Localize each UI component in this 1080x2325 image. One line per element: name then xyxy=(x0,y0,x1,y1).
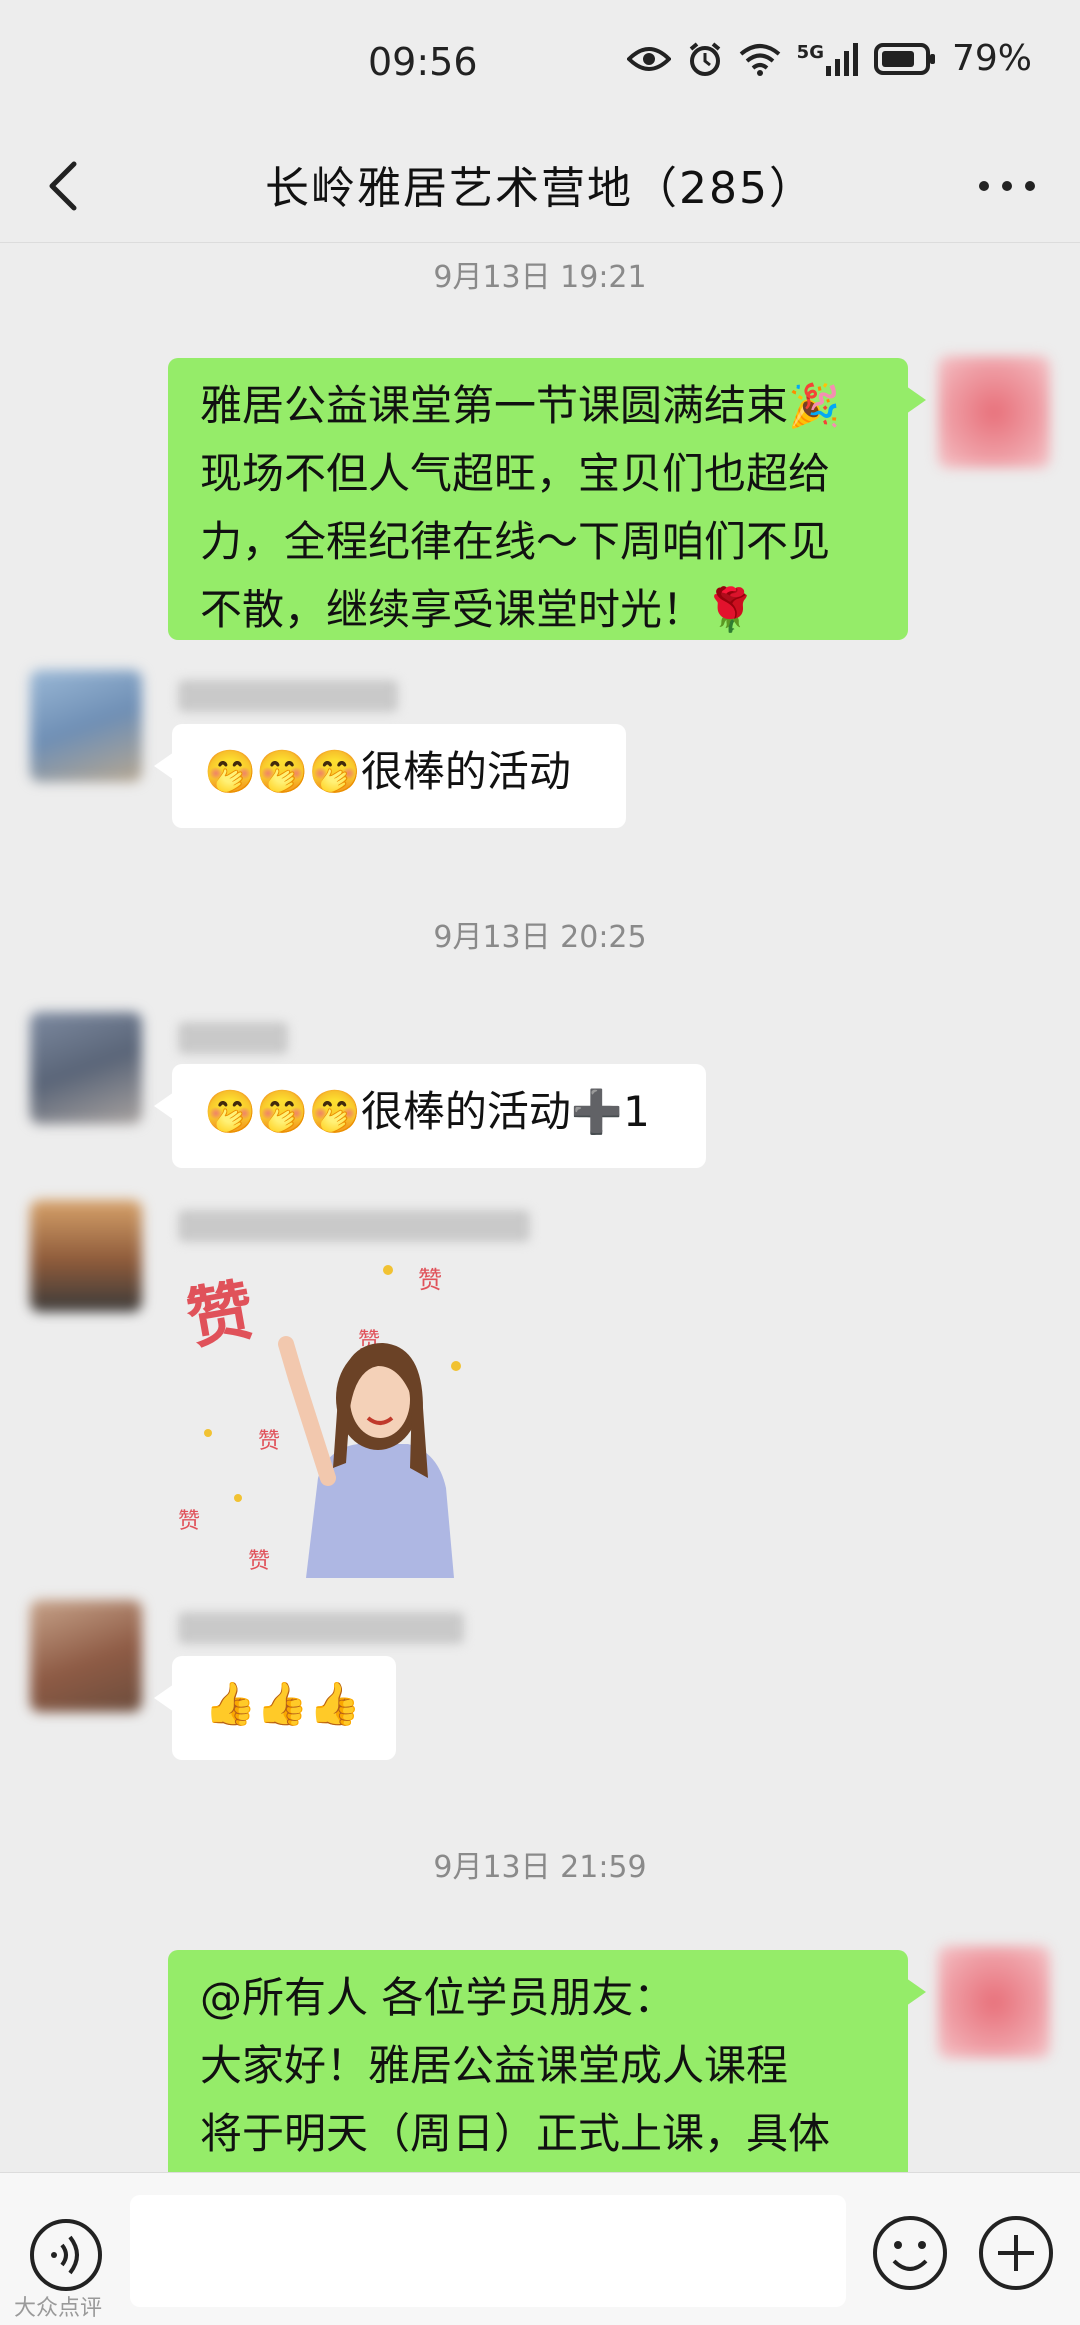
eye-icon xyxy=(626,46,671,71)
signal-icon: 5G xyxy=(797,42,858,76)
avatar[interactable] xyxy=(30,670,142,782)
timestamp: 9月13日 19:21 xyxy=(433,260,647,295)
timestamp: 9月13日 20:25 xyxy=(433,920,647,955)
sender-name xyxy=(178,680,398,712)
incoming-message[interactable]: 🤭🤭🤭很棒的活动➕1 xyxy=(154,1064,706,1168)
avatar[interactable] xyxy=(30,1012,142,1124)
message-line: 力，全程纪律在线～下周咱们不见 xyxy=(200,517,831,566)
message-line: 不散，继续享受课堂时光！🌹 xyxy=(200,585,757,634)
network-type: 5G xyxy=(796,41,824,63)
sender-name xyxy=(178,1210,530,1242)
avatar[interactable] xyxy=(30,1600,142,1712)
timestamp: 9月13日 21:59 xyxy=(433,1850,647,1885)
plus-icon[interactable] xyxy=(976,2213,1056,2293)
message-line: 现场不但人气超旺，宝贝们也超给 xyxy=(200,449,831,498)
input-bar xyxy=(0,2172,1080,2325)
chat-header: 长岭雅居艺术营地（285） xyxy=(0,130,1080,243)
alarm-icon xyxy=(689,41,720,76)
wifi-icon xyxy=(739,43,780,76)
sticker-label: 赞 xyxy=(178,1509,200,1534)
status-icons: 5G 79% xyxy=(626,38,1032,79)
incoming-message[interactable]: 👍👍👍 xyxy=(154,1656,396,1760)
emoji-icon[interactable] xyxy=(870,2213,950,2293)
message-line: @所有人 各位学员朋友： xyxy=(200,1973,676,2022)
avatar[interactable] xyxy=(938,356,1050,468)
voice-icon[interactable] xyxy=(28,2217,104,2293)
sticker-label: 赞 xyxy=(418,1266,442,1294)
sender-name xyxy=(178,1022,288,1054)
sticker-label: 赞 xyxy=(181,1271,259,1358)
message-line: 将于明天（周日）正式上课，具体 xyxy=(200,2109,831,2158)
message-input[interactable] xyxy=(130,2195,846,2307)
avatar[interactable] xyxy=(938,1946,1050,2058)
chat-title: 长岭雅居艺术营地（285） xyxy=(265,163,815,214)
battery-percent: 79% xyxy=(951,38,1032,79)
sticker-image[interactable]: 赞 赞 赞 赞 赞 赞 xyxy=(178,1248,498,1584)
watermark: 大众点评 xyxy=(14,2290,102,2322)
status-time: 09:56 xyxy=(368,40,478,84)
sender-name xyxy=(178,1612,464,1644)
message-line: 大家好！雅居公益课堂成人课程 xyxy=(200,2041,789,2090)
outgoing-message[interactable]: 雅居公益课堂第一节课圆满结束🎉 现场不但人气超旺，宝贝们也超给 力，全程纪律在线… xyxy=(168,358,926,640)
message-line: 雅居公益课堂第一节课圆满结束🎉 xyxy=(200,381,841,430)
status-bar: 09:56 5G 79% xyxy=(0,0,1080,130)
battery-icon xyxy=(873,42,935,75)
incoming-message[interactable]: 🤭🤭🤭很棒的活动 xyxy=(154,724,626,828)
sticker-label: 赞 xyxy=(248,1549,270,1574)
sticker-label: 赞 xyxy=(258,1429,280,1454)
more-dots-icon[interactable] xyxy=(972,156,1042,216)
watermark-text: 大众点评 xyxy=(14,2296,103,2321)
outgoing-message[interactable]: @所有人 各位学员朋友： 大家好！雅居公益课堂成人课程 将于明天（周日）正式上课… xyxy=(168,1950,926,2190)
avatar[interactable] xyxy=(30,1200,142,1312)
